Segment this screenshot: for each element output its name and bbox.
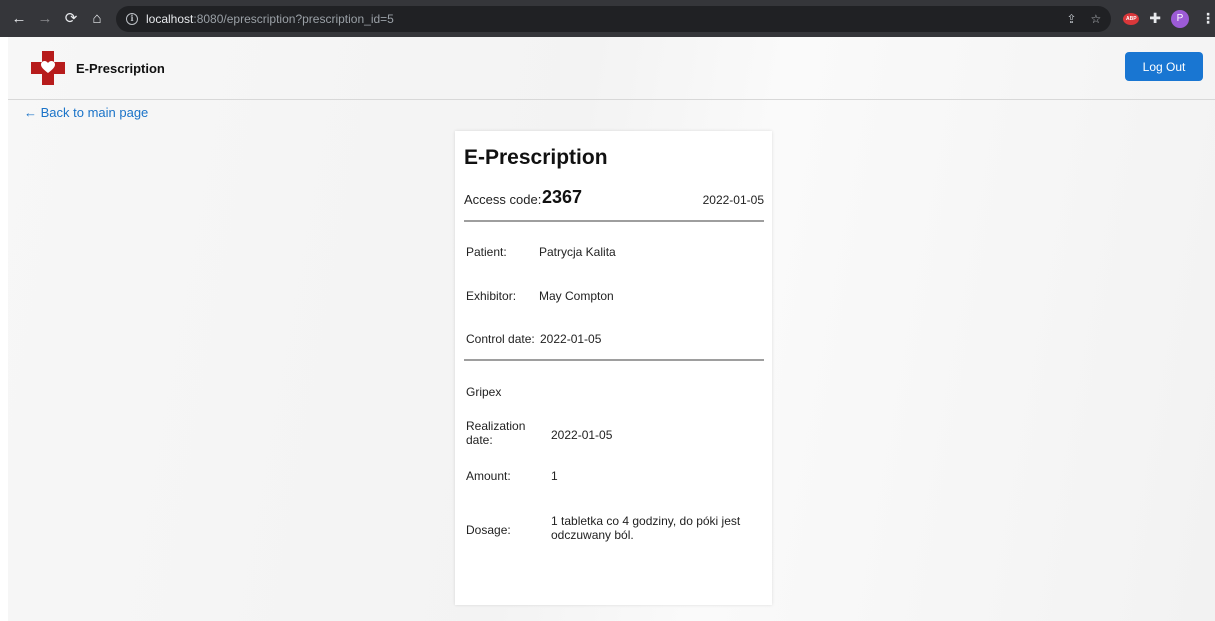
issue-date: 2022-01-05: [702, 193, 764, 207]
control-date-value: 2022-01-05: [540, 332, 602, 346]
address-bar[interactable]: i localhost:8080/eprescription?prescript…: [116, 5, 1112, 32]
menu-kebab-icon[interactable]: ⋮: [1201, 10, 1215, 27]
brand-name: E-Prescription: [76, 61, 165, 76]
amount-label: Amount:: [466, 469, 511, 483]
browser-toolbar: ← → ⟳ ⌂ i localhost:8080/eprescription?p…: [0, 0, 1215, 37]
control-date-label: Control date:: [466, 332, 535, 346]
medical-cross-heart-logo: [31, 51, 65, 85]
divider: [464, 359, 764, 361]
patient-value: Patrycja Kalita: [539, 245, 616, 259]
realization-label-line: date:: [466, 433, 493, 447]
patient-label: Patient:: [466, 245, 507, 259]
url-text: localhost:8080/eprescription?prescriptio…: [146, 12, 394, 26]
nav-buttons: ← → ⟳ ⌂: [8, 9, 108, 29]
bookmark-star-icon[interactable]: ☆: [1091, 12, 1102, 26]
app-header: E-Prescription Log Out: [8, 37, 1215, 100]
amount-value: 1: [551, 469, 558, 483]
divider: [464, 220, 764, 222]
back-to-main-link[interactable]: ← Back to main page: [24, 105, 148, 120]
prescription-title: E-Prescription: [464, 146, 608, 169]
access-code-value: 2367: [542, 187, 583, 207]
dosage-value: 1 tabletka co 4 godziny, do póki jest od…: [551, 514, 761, 542]
forward-arrow-icon[interactable]: →: [34, 9, 56, 29]
access-row: Access code: 2367 2022-01-05: [464, 187, 764, 211]
url-host: localhost: [146, 11, 194, 26]
exhibitor-value: May Compton: [539, 289, 614, 303]
adblock-icon[interactable]: ABP: [1123, 12, 1140, 25]
page: E-Prescription Log Out ← Back to main pa…: [8, 37, 1215, 621]
profile-avatar[interactable]: P: [1171, 9, 1189, 28]
site-info-icon[interactable]: i: [126, 12, 138, 25]
realization-date-value: 2022-01-05: [551, 428, 613, 442]
dosage-line: odczuwany ból.: [551, 528, 634, 542]
omnibox-actions: ⇪ ☆: [1066, 6, 1101, 32]
extensions-area: ABP ✚ P ⋮: [1123, 9, 1215, 28]
logout-button[interactable]: Log Out: [1125, 52, 1203, 81]
realization-label-line: Realization: [466, 419, 526, 433]
prescription-card: E-Prescription Access code: 2367 2022-01…: [455, 131, 772, 605]
access-code-label: Access code:: [464, 192, 542, 207]
url-path: :8080/eprescription?prescription_id=5: [193, 11, 394, 26]
exhibitor-label: Exhibitor:: [466, 289, 517, 303]
realization-date-label: Realization date:: [466, 419, 526, 447]
home-icon[interactable]: ⌂: [86, 9, 108, 29]
back-arrow-icon[interactable]: ←: [8, 9, 30, 29]
dosage-label: Dosage:: [466, 523, 511, 537]
reload-icon[interactable]: ⟳: [60, 9, 82, 29]
extensions-puzzle-icon[interactable]: ✚: [1149, 10, 1161, 27]
dosage-line: 1 tabletka co 4 godziny, do póki jest: [551, 514, 741, 528]
share-icon[interactable]: ⇪: [1066, 12, 1076, 26]
medicine-name: Gripex: [466, 385, 502, 399]
